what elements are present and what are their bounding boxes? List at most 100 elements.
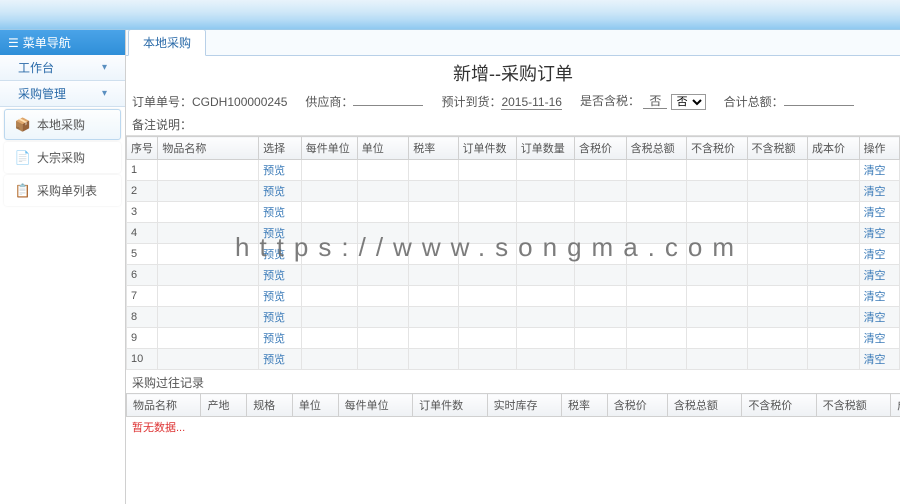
- cell[interactable]: [575, 202, 627, 223]
- cell[interactable]: [575, 244, 627, 265]
- cell[interactable]: [409, 265, 458, 286]
- cell[interactable]: [458, 181, 516, 202]
- cell[interactable]: [747, 202, 807, 223]
- cell[interactable]: [458, 349, 516, 370]
- cell[interactable]: [357, 328, 409, 349]
- cell[interactable]: [409, 307, 458, 328]
- cell[interactable]: [301, 181, 357, 202]
- cell[interactable]: [808, 244, 860, 265]
- cell[interactable]: [409, 202, 458, 223]
- cell[interactable]: [808, 286, 860, 307]
- cell[interactable]: [301, 286, 357, 307]
- cell[interactable]: [575, 328, 627, 349]
- cell[interactable]: [626, 244, 686, 265]
- cell[interactable]: [626, 160, 686, 181]
- cell[interactable]: [626, 349, 686, 370]
- cell[interactable]: [626, 328, 686, 349]
- cell[interactable]: [626, 265, 686, 286]
- cell[interactable]: [575, 160, 627, 181]
- cell[interactable]: [747, 160, 807, 181]
- supplier-field[interactable]: [353, 92, 423, 106]
- cell[interactable]: [575, 349, 627, 370]
- cell[interactable]: [747, 223, 807, 244]
- cell[interactable]: [301, 328, 357, 349]
- cell[interactable]: [747, 181, 807, 202]
- cell[interactable]: [626, 286, 686, 307]
- cell[interactable]: [516, 286, 574, 307]
- cell[interactable]: [158, 160, 259, 181]
- preview-button[interactable]: 预览: [259, 286, 302, 307]
- preview-button[interactable]: 预览: [259, 160, 302, 181]
- cell[interactable]: [458, 202, 516, 223]
- cell[interactable]: [516, 202, 574, 223]
- cell[interactable]: [516, 223, 574, 244]
- cell[interactable]: [158, 349, 259, 370]
- clear-button[interactable]: 清空: [859, 349, 899, 370]
- cell[interactable]: [458, 160, 516, 181]
- preview-button[interactable]: 预览: [259, 244, 302, 265]
- sidebar-item-1[interactable]: 📄大宗采购: [4, 142, 121, 173]
- cell[interactable]: [626, 181, 686, 202]
- cell[interactable]: [357, 223, 409, 244]
- cell[interactable]: [687, 349, 747, 370]
- cell[interactable]: [516, 265, 574, 286]
- clear-button[interactable]: 清空: [859, 286, 899, 307]
- cell[interactable]: [516, 307, 574, 328]
- cell[interactable]: [301, 265, 357, 286]
- cell[interactable]: [158, 307, 259, 328]
- cell[interactable]: [747, 244, 807, 265]
- cell[interactable]: [357, 244, 409, 265]
- cell[interactable]: [301, 223, 357, 244]
- cell[interactable]: [808, 223, 860, 244]
- cell[interactable]: [357, 181, 409, 202]
- preview-button[interactable]: 预览: [259, 328, 302, 349]
- cell[interactable]: [808, 202, 860, 223]
- cell[interactable]: [747, 307, 807, 328]
- cell[interactable]: [516, 181, 574, 202]
- cell[interactable]: [687, 202, 747, 223]
- cell[interactable]: [301, 349, 357, 370]
- preview-button[interactable]: 预览: [259, 307, 302, 328]
- preview-button[interactable]: 预览: [259, 223, 302, 244]
- cell[interactable]: [575, 223, 627, 244]
- clear-button[interactable]: 清空: [859, 202, 899, 223]
- cell[interactable]: [687, 160, 747, 181]
- cell[interactable]: [409, 181, 458, 202]
- cell[interactable]: [458, 223, 516, 244]
- cell[interactable]: [458, 328, 516, 349]
- clear-button[interactable]: 清空: [859, 244, 899, 265]
- cell[interactable]: [158, 328, 259, 349]
- cell[interactable]: [575, 181, 627, 202]
- cell[interactable]: [747, 349, 807, 370]
- cell[interactable]: [516, 160, 574, 181]
- sidebar-item-0[interactable]: 📦本地采购: [4, 109, 121, 140]
- cell[interactable]: [357, 202, 409, 223]
- cell[interactable]: [409, 244, 458, 265]
- cell[interactable]: [158, 286, 259, 307]
- cell[interactable]: [626, 223, 686, 244]
- sidebar-item-2[interactable]: 📋采购单列表: [4, 175, 121, 206]
- cell[interactable]: [158, 181, 259, 202]
- cell[interactable]: [747, 286, 807, 307]
- cell[interactable]: [687, 244, 747, 265]
- cell[interactable]: [409, 349, 458, 370]
- preview-button[interactable]: 预览: [259, 265, 302, 286]
- cell[interactable]: [808, 160, 860, 181]
- cell[interactable]: [158, 202, 259, 223]
- cell[interactable]: [158, 244, 259, 265]
- cell[interactable]: [301, 202, 357, 223]
- cell[interactable]: [626, 307, 686, 328]
- cell[interactable]: [409, 160, 458, 181]
- cell[interactable]: [409, 223, 458, 244]
- cell[interactable]: [516, 244, 574, 265]
- cell[interactable]: [301, 244, 357, 265]
- cell[interactable]: [458, 265, 516, 286]
- preview-button[interactable]: 预览: [259, 202, 302, 223]
- cell[interactable]: [687, 328, 747, 349]
- cell[interactable]: [808, 328, 860, 349]
- cell[interactable]: [158, 223, 259, 244]
- cell[interactable]: [409, 286, 458, 307]
- clear-button[interactable]: 清空: [859, 307, 899, 328]
- cell[interactable]: [575, 265, 627, 286]
- cell[interactable]: [687, 307, 747, 328]
